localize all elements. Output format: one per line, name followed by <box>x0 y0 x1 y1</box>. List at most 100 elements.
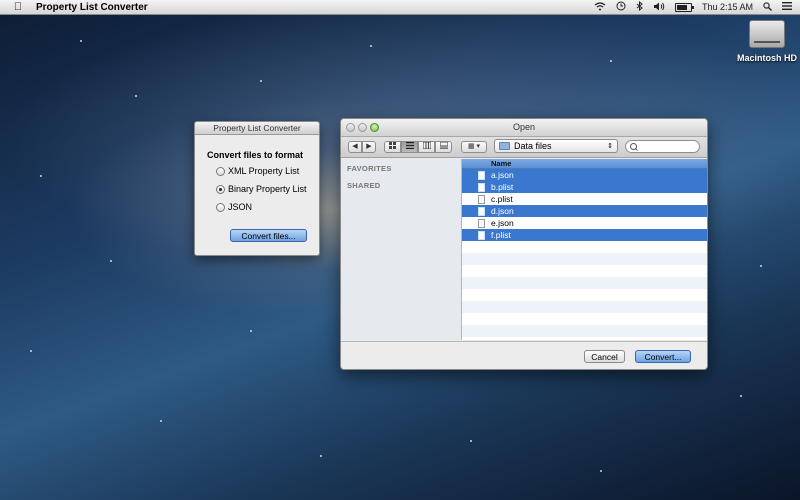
empty-row <box>462 277 707 289</box>
star <box>260 80 262 82</box>
star <box>30 350 32 352</box>
document-icon <box>478 170 485 180</box>
notification-center-icon[interactable] <box>782 2 792 12</box>
macintosh-hd-desktop-icon[interactable]: Macintosh HD <box>737 20 797 63</box>
radio-label: XML Property List <box>228 166 300 176</box>
file-name: a.json <box>491 170 514 180</box>
desktop-icon-label: Macintosh HD <box>737 53 798 63</box>
empty-row <box>462 289 707 301</box>
back-button[interactable]: ◀ <box>348 141 362 153</box>
document-icon <box>478 218 485 228</box>
radio-label: Binary Property List <box>228 184 307 194</box>
dialog-title: Open <box>512 122 536 132</box>
star <box>135 95 137 97</box>
grid-icon <box>389 142 396 149</box>
sidebar-favorites-header[interactable]: FAVORITES <box>347 164 392 173</box>
search-icon <box>630 143 637 150</box>
status-area: Thu 2:15 AM <box>594 0 792 14</box>
star <box>760 265 762 267</box>
radio-binary-plist[interactable]: Binary Property List <box>216 184 307 194</box>
radio-label: JSON <box>228 202 253 212</box>
hard-drive-icon <box>749 20 785 48</box>
file-row[interactable]: d.json <box>462 205 707 217</box>
file-row[interactable]: e.json <box>462 217 707 229</box>
forward-button[interactable]: ▶ <box>362 141 376 153</box>
apple-icon[interactable]:  <box>12 1 24 13</box>
search-input[interactable] <box>641 142 699 151</box>
file-row[interactable]: a.json <box>462 169 707 181</box>
volume-icon[interactable] <box>653 2 665 13</box>
empty-row <box>462 313 707 325</box>
app-menu[interactable]: Property List Converter <box>36 2 148 13</box>
window-title: Property List Converter <box>195 122 319 135</box>
dialog-toolbar: ◀ ▶ ▦ ▾ Data files ⇕ <box>341 137 707 158</box>
empty-row <box>462 265 707 277</box>
list-view-button[interactable] <box>401 141 418 153</box>
zoom-window-button[interactable] <box>370 123 379 132</box>
name-column-header[interactable]: Name <box>462 159 707 169</box>
radio-button[interactable] <box>216 166 225 176</box>
convert-files-button[interactable]: Convert files... <box>230 229 307 242</box>
radio-json[interactable]: JSON <box>216 202 252 212</box>
dialog-titlebar: Open <box>341 119 707 137</box>
dialog-footer: Cancel Convert... <box>341 341 707 369</box>
bluetooth-icon[interactable] <box>636 0 643 13</box>
location-popup[interactable]: Data files ⇕ <box>494 139 618 153</box>
star <box>610 60 612 62</box>
star <box>160 420 162 422</box>
location-label: Data files <box>514 141 552 151</box>
time-machine-icon[interactable] <box>616 1 626 13</box>
radio-xml-plist[interactable]: XML Property List <box>216 166 299 176</box>
coverflow-icon <box>439 141 448 149</box>
close-window-button[interactable] <box>346 123 355 132</box>
file-list[interactable]: Name a.json b.plist c.plist d.json e.json f.p… <box>462 159 707 340</box>
star <box>470 440 472 442</box>
converter-window: Property List Converter Convert files to… <box>194 121 320 256</box>
file-row[interactable]: b.plist <box>462 181 707 193</box>
star <box>320 455 322 457</box>
spotlight-search-icon[interactable] <box>763 1 772 13</box>
columns-icon <box>422 141 431 150</box>
dialog-sidebar: FAVORITES SHARED <box>341 159 462 340</box>
star <box>80 40 82 42</box>
star <box>40 175 42 177</box>
search-field[interactable] <box>625 140 700 153</box>
file-name: d.json <box>491 206 514 216</box>
open-dialog: Open ◀ ▶ ▦ ▾ Data files ⇕ FAVORITES SHAR… <box>340 118 708 370</box>
star <box>600 470 602 472</box>
minimize-window-button[interactable] <box>358 123 367 132</box>
document-icon <box>478 230 485 240</box>
file-name: f.plist <box>491 230 511 240</box>
cancel-button[interactable]: Cancel <box>584 350 625 363</box>
arrange-menu-button[interactable]: ▦ ▾ <box>461 141 487 153</box>
empty-row <box>462 253 707 265</box>
folder-icon <box>499 142 510 150</box>
radio-button[interactable] <box>216 202 225 212</box>
wifi-icon[interactable] <box>594 1 606 13</box>
sidebar-shared-header[interactable]: SHARED <box>347 181 380 190</box>
icon-view-button[interactable] <box>384 141 401 153</box>
menu-bar:  Property List Converter Thu 2:15 AM <box>0 0 800 15</box>
file-row[interactable]: c.plist <box>462 193 707 205</box>
clock[interactable]: Thu 2:15 AM <box>702 2 753 12</box>
star <box>370 45 372 47</box>
document-icon <box>478 206 485 216</box>
coverflow-view-button[interactable] <box>435 141 452 153</box>
document-icon <box>478 182 485 192</box>
file-name: c.plist <box>491 194 513 204</box>
column-view-button[interactable] <box>418 141 435 153</box>
radio-button[interactable] <box>216 184 225 194</box>
star <box>740 395 742 397</box>
file-name: b.plist <box>491 182 514 192</box>
chevron-updown-icon: ⇕ <box>607 143 613 150</box>
format-heading: Convert files to format <box>207 150 304 160</box>
convert-button[interactable]: Convert... <box>635 350 691 363</box>
star <box>250 330 252 332</box>
document-icon <box>478 194 485 204</box>
star <box>110 260 112 262</box>
file-row[interactable]: f.plist <box>462 229 707 241</box>
list-icon <box>405 142 414 149</box>
battery-icon[interactable] <box>674 2 694 12</box>
empty-row <box>462 325 707 337</box>
empty-row <box>462 301 707 313</box>
